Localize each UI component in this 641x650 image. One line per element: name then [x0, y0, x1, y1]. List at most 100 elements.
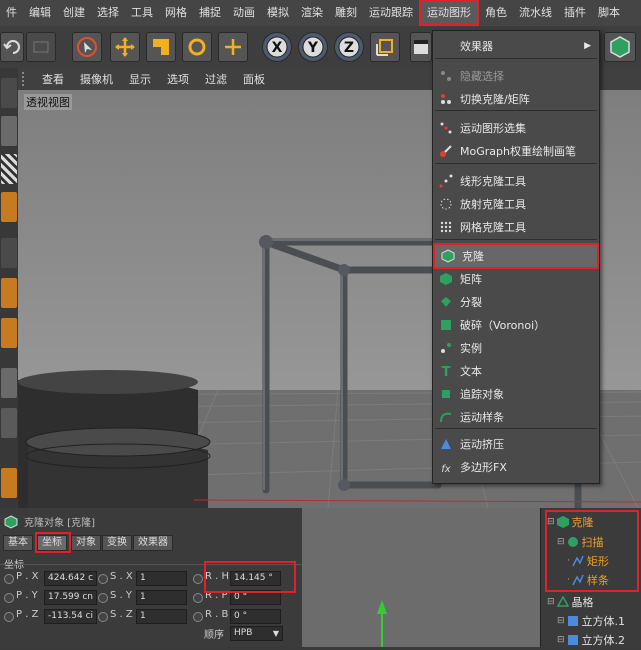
menu-item[interactable]: 模拟 [261, 0, 295, 26]
menu-item[interactable]: 运动图形 [419, 0, 479, 26]
keyframe-dot[interactable] [4, 574, 14, 584]
object-tree-item[interactable]: ⊟ 立方体.1 [557, 613, 625, 629]
menu-item-mograph-selection[interactable]: 运动图形选集 [433, 117, 599, 139]
viewport-menu-item[interactable]: 摄像机 [72, 71, 121, 87]
grid-tool-icon[interactable] [1, 192, 17, 222]
grip-handle[interactable] [22, 72, 34, 86]
menu-item[interactable]: 捕捉 [193, 0, 227, 26]
object-tree-item[interactable]: · 矩形 [567, 553, 609, 569]
keyframe-dot[interactable] [193, 574, 203, 584]
menu-item[interactable]: 动画 [227, 0, 261, 26]
cube-primitive-button[interactable] [604, 32, 636, 62]
menu-item-cloner[interactable]: 克隆 [433, 243, 599, 269]
render-view-button[interactable] [410, 32, 432, 62]
object-tree-item[interactable]: ⊟ 晶格 [547, 594, 594, 610]
position-field[interactable]: 17.599 cn [44, 590, 97, 605]
keyframe-dot[interactable] [4, 593, 14, 603]
cloner-icon [556, 516, 569, 528]
menu-item[interactable]: 插件 [558, 0, 592, 26]
keyframe-dot[interactable] [193, 593, 203, 603]
object-tree-item[interactable]: ⊟ 立方体.2 [557, 632, 625, 648]
x-axis-button[interactable]: X [262, 32, 292, 62]
object-tree-item[interactable]: ⊟ 克隆 [547, 514, 594, 530]
transform-tool-button[interactable] [218, 32, 248, 62]
position-field[interactable]: 424.642 c [44, 571, 97, 586]
menu-item-matrix[interactable]: 矩阵 [433, 268, 599, 290]
keyframe-dot[interactable] [98, 593, 108, 603]
menu-item[interactable]: 创建 [57, 0, 91, 26]
menu-item[interactable]: 工具 [125, 0, 159, 26]
menu-item-instance[interactable]: 实例 [433, 337, 599, 359]
keyframe-dot[interactable] [98, 574, 108, 584]
menu-item[interactable]: 角色 [479, 0, 513, 26]
menu-item[interactable]: 渲染 [295, 0, 329, 26]
tab-0[interactable]: 基本 [3, 535, 33, 551]
menu-item-submenu-arrow[interactable]: 效果器 ▶ [433, 35, 599, 57]
tool-slot[interactable] [1, 78, 17, 108]
menu-item[interactable]: 流水线 [513, 0, 558, 26]
tool-slot[interactable] [1, 408, 17, 438]
rotation-field[interactable]: 0 ° [230, 609, 281, 624]
menu-item[interactable]: 雕刻 [329, 0, 363, 26]
scale-tool-button[interactable] [146, 32, 176, 62]
object-tree-item[interactable]: ⊟ 扫描 [557, 534, 604, 550]
tool-slot[interactable] [1, 238, 17, 268]
keyframe-dot[interactable] [193, 612, 203, 622]
tab-2[interactable]: 对象 [71, 535, 101, 551]
menu-item[interactable]: 件 [0, 0, 23, 26]
coordinate-system-button[interactable] [370, 32, 400, 62]
expand-toggle-icon[interactable]: · [567, 575, 570, 585]
expand-toggle-icon[interactable]: ⊟ [547, 597, 555, 607]
rotation-order-select[interactable]: HPB ▼ [230, 626, 283, 641]
menu-item[interactable]: 编辑 [23, 0, 57, 26]
menu-item-weight-brush[interactable]: MoGraph权重绘制画笔 [433, 140, 599, 162]
tool-slot[interactable] [1, 278, 17, 308]
menu-item-text[interactable]: T 文本 [433, 360, 599, 382]
keyframe-dot[interactable] [98, 612, 108, 622]
tool-slot[interactable] [1, 318, 17, 348]
live-selection-button[interactable] [72, 32, 102, 62]
position-field[interactable]: -113.54 ci [44, 609, 97, 624]
tool-slot[interactable] [1, 368, 17, 398]
tab-3[interactable]: 变换 [102, 535, 132, 551]
viewport-menu-item[interactable]: 显示 [121, 71, 159, 87]
viewport-menu-item[interactable]: 过滤 [197, 71, 235, 87]
checker-tool-icon[interactable] [1, 154, 17, 184]
menu-item[interactable]: 网格 [159, 0, 193, 26]
keyframe-dot[interactable] [4, 612, 14, 622]
menu-item-moextrude[interactable]: 运动挤压 [433, 433, 599, 455]
menu-item-linear-clone[interactable]: 线形克隆工具 [433, 170, 599, 192]
menu-item[interactable]: 选择 [91, 0, 125, 26]
scale-field[interactable]: 1 [136, 609, 187, 624]
expand-toggle-icon[interactable]: ⊟ [557, 635, 565, 645]
tab-4[interactable]: 效果器 [133, 535, 173, 551]
menu-item[interactable]: 运动跟踪 [363, 0, 419, 26]
undo-button[interactable] [0, 32, 24, 62]
expand-toggle-icon[interactable]: ⊟ [557, 616, 565, 626]
y-axis-button[interactable]: Y [298, 32, 328, 62]
tool-slot[interactable] [1, 468, 17, 498]
expand-toggle-icon[interactable]: ⊟ [547, 517, 555, 527]
menu-item[interactable]: 脚本 [592, 0, 626, 26]
menu-item-toggle-clone-matrix[interactable]: 切换克隆/矩阵 [433, 88, 599, 110]
redo-button[interactable] [26, 32, 56, 62]
menu-item-fracture[interactable]: 分裂 [433, 291, 599, 313]
viewport-menu-item[interactable]: 选项 [159, 71, 197, 87]
menu-item-mospline[interactable]: 运动样条 [433, 406, 599, 428]
scale-field[interactable]: 1 [136, 590, 187, 605]
menu-item-voronoi[interactable]: 破碎（Voronoi） [433, 314, 599, 336]
rotate-tool-button[interactable] [182, 32, 212, 62]
expand-toggle-icon[interactable]: · [567, 556, 570, 566]
z-axis-button[interactable]: Z [334, 32, 364, 62]
object-tree-item[interactable]: · 样条 [567, 572, 609, 588]
viewport-menu-item[interactable]: 查看 [34, 71, 72, 87]
menu-item-radial-clone[interactable]: 放射克隆工具 [433, 193, 599, 215]
menu-item-grid-clone[interactable]: 网格克隆工具 [433, 216, 599, 238]
scale-field[interactable]: 1 [136, 571, 187, 586]
expand-toggle-icon[interactable]: ⊟ [557, 537, 565, 547]
move-tool-button[interactable] [110, 32, 140, 62]
viewport-menu-item[interactable]: 面板 [235, 71, 273, 87]
tool-slot[interactable] [1, 116, 17, 146]
menu-item-tracer[interactable]: 追踪对象 [433, 383, 599, 405]
menu-item-polyfx[interactable]: fx 多边形FX [433, 456, 599, 478]
